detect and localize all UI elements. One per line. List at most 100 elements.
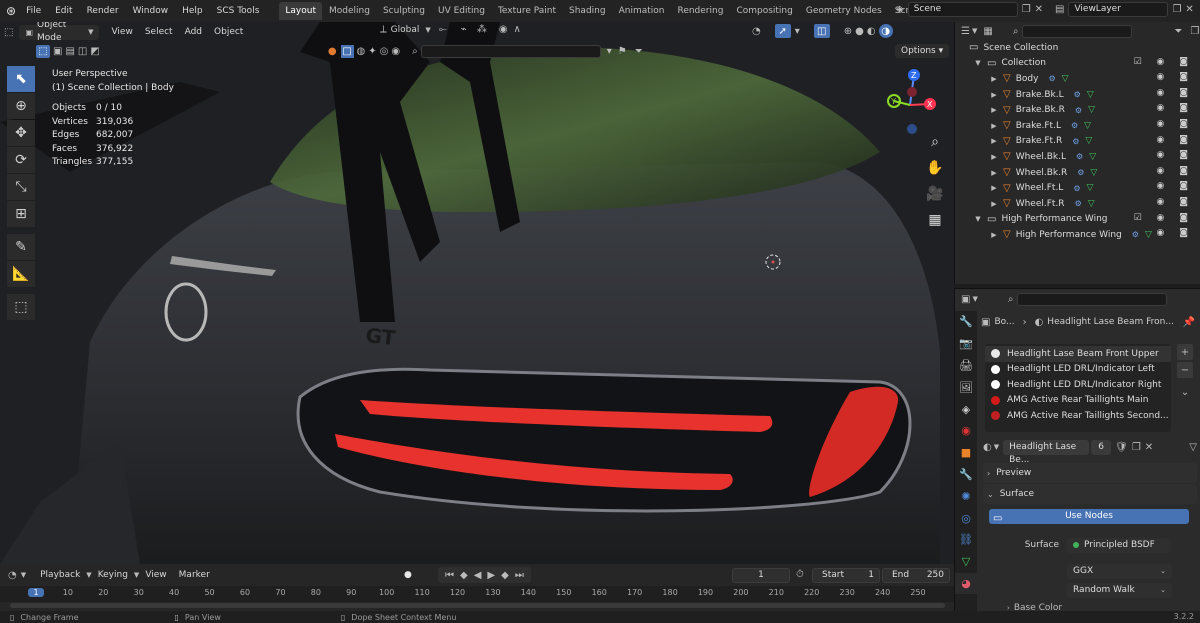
filter-icon[interactable]: ⏷ <box>1174 26 1182 37</box>
surface-panel-header[interactable]: ⌄ Surface <box>983 484 1197 504</box>
outliner-row[interactable]: ▼ ▭ Collection ☑ ◉ ◙ <box>955 56 1200 72</box>
chevron-right-icon[interactable]: ▶ <box>989 137 999 145</box>
view-layer-field[interactable]: ViewLayer <box>1068 2 1169 17</box>
tab-texture-paint[interactable]: Texture Paint <box>492 2 562 20</box>
menu-help[interactable]: Help <box>182 6 203 16</box>
viewport-menu-add[interactable]: Add <box>179 27 208 37</box>
select-intersect-icon[interactable]: ◩ <box>90 46 99 57</box>
menu-window[interactable]: Window <box>133 6 169 16</box>
viewport-menu-select[interactable]: Select <box>139 27 179 37</box>
timeline-menu-keying[interactable]: Keying <box>92 570 134 580</box>
menu-file[interactable]: File <box>26 6 41 16</box>
blender-logo-icon[interactable]: ⊛ <box>6 4 16 18</box>
solid-shading-icon[interactable]: ● <box>855 26 864 37</box>
link-type-icon[interactable]: ▽ <box>1189 442 1197 453</box>
3d-viewport[interactable]: GT ⬚ ▣ Object Mode ▼ View Select Add Obj… <box>0 22 954 564</box>
object-filter-icon[interactable]: □ <box>340 44 354 58</box>
constraints-tab-icon[interactable]: ⛓ <box>955 529 977 551</box>
material-slots-list[interactable]: Headlight Lase Beam Front Upper Headlight… <box>985 344 1171 432</box>
outliner-row[interactable]: ▶ ▽ Brake.Bk.R ⚙ ▽ ◉ ◙ <box>955 102 1200 118</box>
start-frame-field[interactable]: Start 1 <box>812 568 880 583</box>
xray-icon[interactable]: ◫ <box>813 24 830 38</box>
exclude-checkbox-and-visibility-icons[interactable]: ☑ ◉ ◙ <box>1134 213 1194 223</box>
tab-uv-editing[interactable]: UV Editing <box>432 2 491 20</box>
visibility-and-render-icons[interactable]: ◉ ◙ <box>1157 135 1194 145</box>
chevron-right-icon[interactable]: ▶ <box>989 75 999 83</box>
viewport-search-input[interactable] <box>420 44 601 58</box>
outliner-row[interactable]: ▶ ▽ Wheel.Ft.L ⚙ ▽ ◉ ◙ <box>955 180 1200 196</box>
wireframe-shading-icon[interactable]: ⊕ <box>844 26 852 37</box>
tab-modeling[interactable]: Modeling <box>323 2 376 20</box>
ortho-grid-icon[interactable]: ▦ <box>922 207 948 233</box>
modifiers-tab-icon[interactable]: 🔧 <box>955 464 977 486</box>
filter-light-icon[interactable]: ✦ <box>368 46 376 57</box>
select-box-icon[interactable]: ⬚ <box>36 44 50 58</box>
new-collection-icon[interactable]: ❐ <box>1190 26 1199 37</box>
visibility-and-render-icons[interactable]: ◉ ◙ <box>1157 103 1194 113</box>
breadcrumb-material[interactable]: Headlight Lase Beam Fron... <box>1047 317 1174 327</box>
editor-type-cube-icon[interactable]: ⬚ <box>4 27 13 38</box>
chevron-right-icon[interactable]: ▶ <box>989 231 999 239</box>
clock-editor-icon[interactable]: ◔ <box>8 570 17 581</box>
outliner-row[interactable]: ▶ ▽ Wheel.Ft.R ⚙ ▽ ◉ ◙ <box>955 196 1200 212</box>
visibility-and-render-icons[interactable]: ◉ ◙ <box>1157 119 1194 129</box>
distribution-dropdown[interactable]: GGX ⌄ <box>1067 564 1172 579</box>
visibility-and-render-icons[interactable]: ◉ ◙ <box>1157 166 1194 176</box>
particles-tab-icon[interactable]: ✺ <box>955 485 977 507</box>
material-slot-row[interactable]: Headlight Lase Beam Front Upper <box>985 346 1171 362</box>
select-invert-icon[interactable]: ◫ <box>78 46 87 57</box>
material-slot-row[interactable]: Headlight LED DRL/Indicator Left <box>985 362 1171 378</box>
material-shading-icon[interactable]: ◐ <box>867 26 876 37</box>
remove-slot-icon[interactable]: − <box>1177 362 1193 378</box>
outliner-row[interactable]: ▼ ▭ High Performance Wing ☑ ◉ ◙ <box>955 212 1200 228</box>
scene-tab-icon[interactable]: ◈ <box>955 398 977 420</box>
material-browse-icon[interactable]: ◐ <box>983 442 992 453</box>
record-icon[interactable]: ● <box>404 570 412 580</box>
camera-view-icon[interactable]: 🎥 <box>922 181 948 207</box>
chevron-right-icon[interactable]: ▶ <box>989 169 999 177</box>
timeline-scrollbar[interactable] <box>10 603 945 608</box>
options-dropdown[interactable]: Options ▾ <box>895 44 950 58</box>
frame-ruler[interactable]: 1 10 20 30 40 50 60 70 80 90 100 110 120 130 140 150 160… <box>0 586 954 602</box>
properties-search-input[interactable] <box>1017 292 1168 306</box>
preview-panel-header[interactable]: › Preview <box>983 463 1197 483</box>
pan-hand-icon[interactable]: ✋ <box>922 155 948 181</box>
outliner-row[interactable]: ▶ ▽ Wheel.Bk.L ⚙ ▽ ◉ ◙ <box>955 149 1200 165</box>
fake-user-shield-icon[interactable]: 🛡 <box>1115 442 1128 453</box>
timeline-menu-marker[interactable]: Marker <box>173 570 216 580</box>
filter-camera-icon[interactable]: ◎ <box>380 46 389 57</box>
outliner-editor-icon[interactable]: ☰ <box>961 26 970 37</box>
tool-settings-tab-icon[interactable]: 🔧 <box>955 311 977 333</box>
scene-field[interactable]: Scene <box>907 2 1018 17</box>
filter-mesh-icon[interactable]: ◍ <box>357 46 366 57</box>
outliner-scene-collection[interactable]: ▭ Scene Collection <box>955 40 1200 56</box>
outliner-search-input[interactable] <box>1022 24 1133 38</box>
duplicate-icon[interactable]: ❐ <box>1132 442 1141 453</box>
visibility-icon[interactable]: ◔ <box>752 26 761 37</box>
slot-menu-icon[interactable]: ⌄ <box>1177 384 1193 400</box>
stopwatch-icon[interactable]: ⏱ <box>796 569 804 580</box>
exclude-checkbox-and-visibility-icons[interactable]: ☑ ◉ ◙ <box>1134 57 1194 67</box>
chevron-right-icon[interactable]: ▶ <box>989 184 999 192</box>
outliner-row[interactable]: ▶ ▽ Brake.Ft.R ⚙ ▽ ◉ ◙ <box>955 134 1200 150</box>
chevron-right-icon[interactable]: ▶ <box>989 91 999 99</box>
tab-layout[interactable]: Layout <box>279 2 322 20</box>
view-layer-tab-icon[interactable]: 🖼 <box>955 376 977 398</box>
delete-view-layer-icon[interactable]: ✕ <box>1185 4 1193 15</box>
rotate-tool-icon[interactable]: ⟳ <box>7 147 35 173</box>
delete-scene-icon[interactable]: ✕ <box>1035 4 1043 15</box>
outliner-row[interactable]: ▶ ▽ High Performance Wing ⚙ ▽ ◉ ◙ <box>955 227 1200 243</box>
zoom-icon[interactable]: ⌕ <box>922 129 948 155</box>
select-extend-icon[interactable]: ▣ <box>53 46 62 57</box>
bookmark-icon[interactable]: ⚑ <box>618 46 627 57</box>
data-tab-icon[interactable]: ▽ <box>955 551 977 573</box>
properties-editor-icon[interactable]: ▣ <box>961 294 970 305</box>
jump-end-icon[interactable]: ⏭ <box>515 570 524 581</box>
chevron-right-icon[interactable]: ▶ <box>989 200 999 208</box>
breadcrumb-object[interactable]: Bo... <box>994 317 1014 327</box>
falloff-icon[interactable]: ∧ <box>514 24 521 35</box>
outliner-row[interactable]: ▶ ▽ Body ⚙ ▽ ◉ ◙ <box>955 71 1200 87</box>
measure-tool-icon[interactable]: 📐 <box>7 261 35 287</box>
tab-animation[interactable]: Animation <box>613 2 671 20</box>
select-subtract-icon[interactable]: ▤ <box>65 46 74 57</box>
